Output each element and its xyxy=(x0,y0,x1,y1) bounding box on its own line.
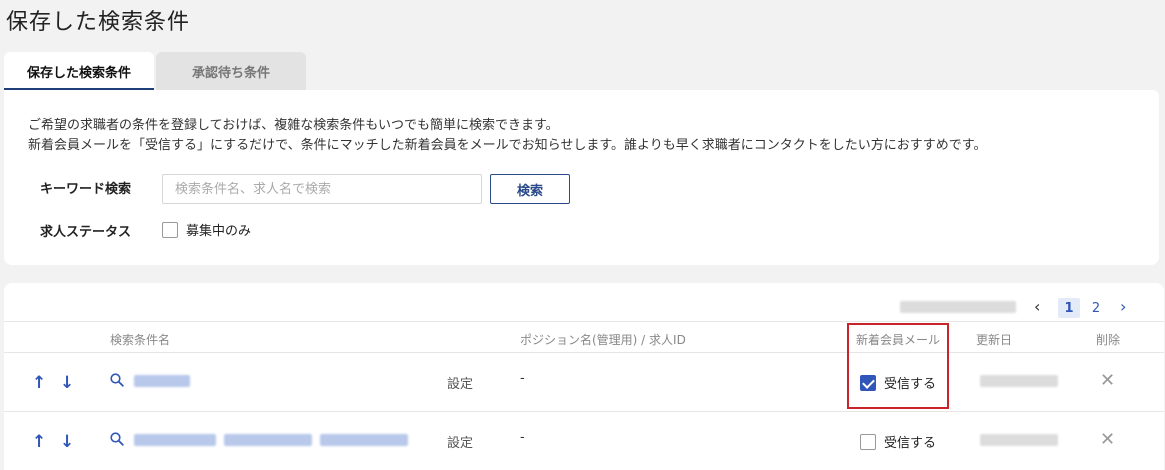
description-line-2: 新着会員メールを「受信する」にするだけで、条件にマッチした新着会員をメールでお知… xyxy=(28,138,987,153)
column-header-delete: 削除 xyxy=(1096,333,1121,347)
checkbox-box[interactable] xyxy=(162,221,178,238)
search-button[interactable]: 検索 xyxy=(490,174,570,204)
recruiting-only-checkbox[interactable]: 募集中のみ xyxy=(162,220,251,239)
page-1-button[interactable]: 1 xyxy=(1058,298,1080,318)
chevron-right-icon[interactable]: › xyxy=(1120,297,1126,316)
description: ご希望の求職者の条件を登録しておけば、複雑な検索条件もいつでも簡単に検索できます… xyxy=(28,116,987,156)
saved-conditions-list: ‹ 1 2 › 検索条件名 ポジション名(管理用) / 求人ID 新着会員メール… xyxy=(4,283,1164,470)
redacted-condition-name[interactable] xyxy=(134,434,216,446)
page-2-button[interactable]: 2 xyxy=(1085,298,1107,318)
column-header-updated: 更新日 xyxy=(976,333,1013,347)
redacted-condition-name[interactable] xyxy=(134,375,190,387)
column-header-mail: 新着会員メール xyxy=(856,333,941,347)
checkbox-box[interactable] xyxy=(860,374,876,391)
redacted-result-count xyxy=(900,301,1016,313)
move-down-arrow-icon[interactable]: ↓ xyxy=(60,373,74,393)
page-title: 保存した検索条件 xyxy=(6,10,191,35)
keyword-search-input[interactable] xyxy=(162,174,482,204)
search-panel: ご希望の求職者の条件を登録しておけば、複雑な検索条件もいつでも簡単に検索できます… xyxy=(4,90,1159,265)
divider xyxy=(4,321,1164,322)
move-up-arrow-icon[interactable]: ↑ xyxy=(32,373,46,393)
position-value: - xyxy=(520,430,525,445)
tab-pending-conditions[interactable]: 承認待ち条件 xyxy=(156,52,306,90)
mail-receive-label: 受信する xyxy=(884,377,937,392)
recruiting-only-label: 募集中のみ xyxy=(186,224,252,239)
redacted-condition-name[interactable] xyxy=(320,434,408,446)
chevron-left-icon[interactable]: ‹ xyxy=(1034,297,1040,316)
tab-bar: 保存した検索条件 承認待ち条件 xyxy=(4,52,308,90)
position-value: - xyxy=(520,371,525,386)
description-line-1: ご希望の求職者の条件を登録しておけば、複雑な検索条件もいつでも簡単に検索できます… xyxy=(28,118,559,133)
search-icon[interactable] xyxy=(110,432,124,446)
close-icon[interactable]: ✕ xyxy=(1100,429,1115,450)
status-label: 求人ステータス xyxy=(40,225,132,240)
redacted-condition-name[interactable] xyxy=(224,434,312,446)
pagination: ‹ 1 2 › xyxy=(4,291,1164,321)
checkbox-box[interactable] xyxy=(860,433,876,450)
mail-receive-label: 受信する xyxy=(884,436,937,451)
move-down-arrow-icon[interactable]: ↓ xyxy=(60,432,74,452)
column-header-name: 検索条件名 xyxy=(110,333,171,347)
redacted-updated-date xyxy=(980,434,1058,446)
mail-receive-checkbox[interactable]: 受信する xyxy=(860,432,936,451)
column-header-position: ポジション名(管理用) / 求人ID xyxy=(520,333,686,347)
search-icon[interactable] xyxy=(110,373,124,387)
tab-saved-conditions[interactable]: 保存した検索条件 xyxy=(4,52,154,90)
table-row: ↑ ↓ 設定 - 受信する ✕ xyxy=(4,353,1164,411)
redacted-updated-date xyxy=(980,375,1058,387)
table-row: ↑ ↓ 設定 - 受信する ✕ xyxy=(4,412,1164,470)
close-icon[interactable]: ✕ xyxy=(1100,370,1115,391)
move-up-arrow-icon[interactable]: ↑ xyxy=(32,432,46,452)
settings-link[interactable]: 設定 xyxy=(447,432,473,451)
mail-receive-checkbox[interactable]: 受信する xyxy=(860,373,936,392)
keyword-label: キーワード検索 xyxy=(40,182,132,197)
settings-link[interactable]: 設定 xyxy=(447,373,473,392)
